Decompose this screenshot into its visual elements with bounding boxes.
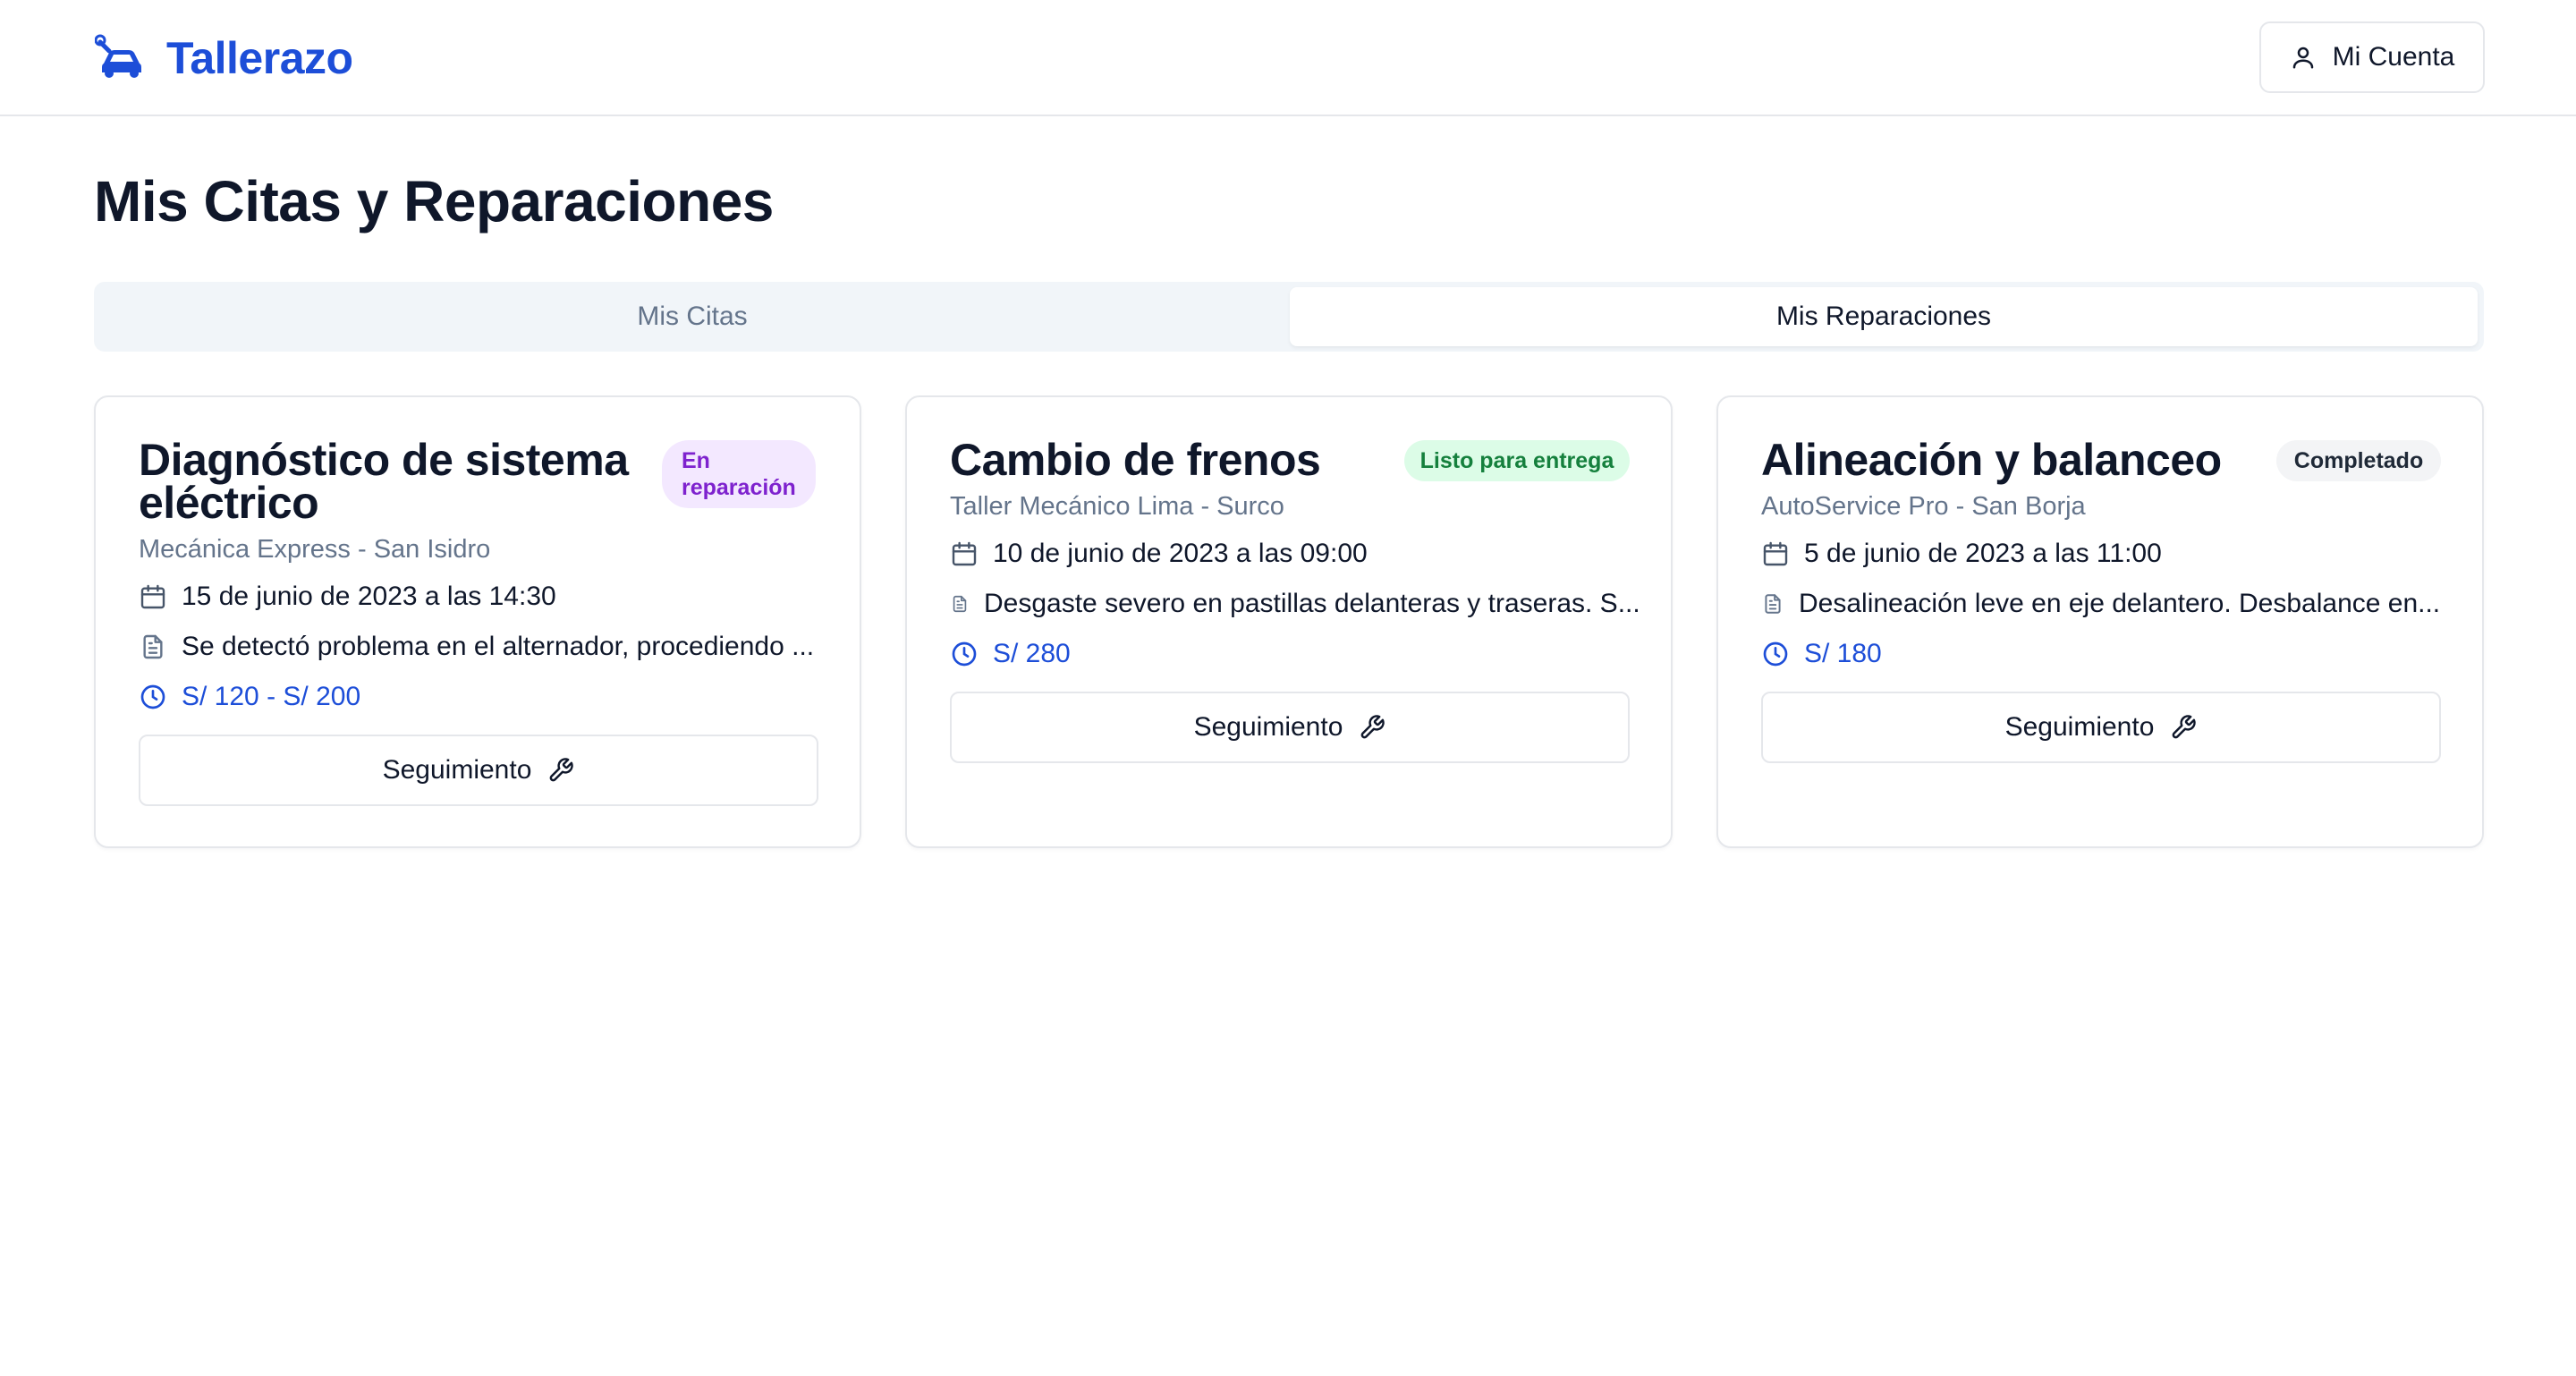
repair-title: Cambio de frenos bbox=[950, 435, 1321, 485]
status-badge-line: En bbox=[682, 448, 710, 473]
brand-logo[interactable]: Tallerazo bbox=[95, 27, 353, 89]
price-estimate: S/ 180 bbox=[1761, 639, 1882, 669]
wrench-icon bbox=[2173, 715, 2197, 739]
clock-icon bbox=[952, 641, 977, 667]
clock-icon bbox=[140, 684, 165, 709]
repair-title: Alineación y balanceo bbox=[1761, 435, 2222, 485]
shop-name: AutoService Pro - San Borja bbox=[1761, 492, 2086, 521]
appointment-date: 10 de junio de 2023 a las 09:00 bbox=[950, 539, 1368, 569]
status-badge: Completado bbox=[2276, 440, 2441, 481]
user-icon bbox=[2292, 47, 2313, 69]
account-button[interactable]: Mi Cuenta bbox=[2259, 21, 2485, 93]
date-text: 10 de junio de 2023 a las 09:00 bbox=[993, 539, 1368, 568]
status-badge: En reparación bbox=[662, 440, 816, 508]
shop-name: Taller Mecánico Lima - Surco bbox=[950, 492, 1284, 521]
price-text: S/ 280 bbox=[993, 639, 1071, 668]
note-text: Desalineación leve en eje delantero. Des… bbox=[1799, 589, 2441, 618]
page-title: Mis Citas y Reparaciones bbox=[94, 169, 774, 234]
shop-name: Mecánica Express - San Isidro bbox=[139, 535, 491, 564]
tracking-button[interactable]: Seguimiento bbox=[950, 692, 1630, 763]
tracking-button[interactable]: Seguimiento bbox=[139, 735, 818, 806]
appointment-date: 15 de junio de 2023 a las 14:30 bbox=[139, 582, 556, 612]
clock-icon bbox=[1763, 641, 1788, 667]
calendar-icon bbox=[952, 541, 977, 566]
tracking-button[interactable]: Seguimiento bbox=[1761, 692, 2441, 763]
repair-title: Diagnóstico de sistema eléctrico bbox=[139, 435, 629, 528]
top-navbar: Tallerazo Mi Cuenta bbox=[0, 0, 2576, 116]
repair-card: Cambio de frenos Listo para entrega Tall… bbox=[905, 395, 1673, 848]
tracking-button-label: Seguimiento bbox=[1193, 712, 1343, 742]
repair-card: Diagnóstico de sistema eléctrico En repa… bbox=[94, 395, 861, 848]
appointment-date: 5 de junio de 2023 a las 11:00 bbox=[1761, 539, 2162, 569]
brand-name: Tallerazo bbox=[166, 33, 353, 83]
document-icon bbox=[953, 595, 967, 613]
note-text: Desgaste severo en pastillas delanteras … bbox=[984, 589, 1640, 618]
tracking-button-label: Seguimiento bbox=[2004, 712, 2155, 742]
status-badge-line: reparación bbox=[682, 475, 796, 500]
repair-note: Desgaste severo en pastillas delanteras … bbox=[950, 589, 1640, 619]
calendar-icon bbox=[140, 584, 165, 609]
tab-mis-reparaciones[interactable]: Mis Reparaciones bbox=[1290, 287, 2478, 346]
price-text: S/ 120 - S/ 200 bbox=[182, 682, 361, 711]
repair-note: Desalineación leve en eje delantero. Des… bbox=[1761, 589, 2440, 619]
repair-card: Alineación y balanceo Completado AutoSer… bbox=[1716, 395, 2484, 848]
price-text: S/ 180 bbox=[1804, 639, 1882, 668]
tracking-button-label: Seguimiento bbox=[382, 755, 532, 785]
tabs-list: Mis Citas Mis Reparaciones bbox=[94, 282, 2484, 352]
status-badge: Listo para entrega bbox=[1404, 440, 1630, 481]
wrench-icon bbox=[550, 758, 574, 782]
document-icon bbox=[143, 634, 163, 659]
repair-title-line: eléctrico bbox=[139, 478, 319, 528]
calendar-icon bbox=[1763, 541, 1788, 566]
wrench-icon bbox=[1361, 715, 1385, 739]
price-estimate: S/ 120 - S/ 200 bbox=[139, 682, 360, 712]
note-text: Se detectó problema en el alternador, pr… bbox=[182, 632, 815, 661]
date-text: 15 de junio de 2023 a las 14:30 bbox=[182, 582, 556, 611]
document-icon bbox=[1765, 594, 1781, 614]
repair-title-line: Diagnóstico de sistema bbox=[139, 435, 629, 485]
car-wrench-icon bbox=[95, 34, 141, 78]
price-estimate: S/ 280 bbox=[950, 639, 1071, 669]
tab-mis-citas[interactable]: Mis Citas bbox=[99, 287, 1285, 346]
date-text: 5 de junio de 2023 a las 11:00 bbox=[1804, 539, 2162, 568]
account-label: Mi Cuenta bbox=[2332, 42, 2455, 72]
repair-note: Se detectó problema en el alternador, pr… bbox=[139, 632, 814, 662]
